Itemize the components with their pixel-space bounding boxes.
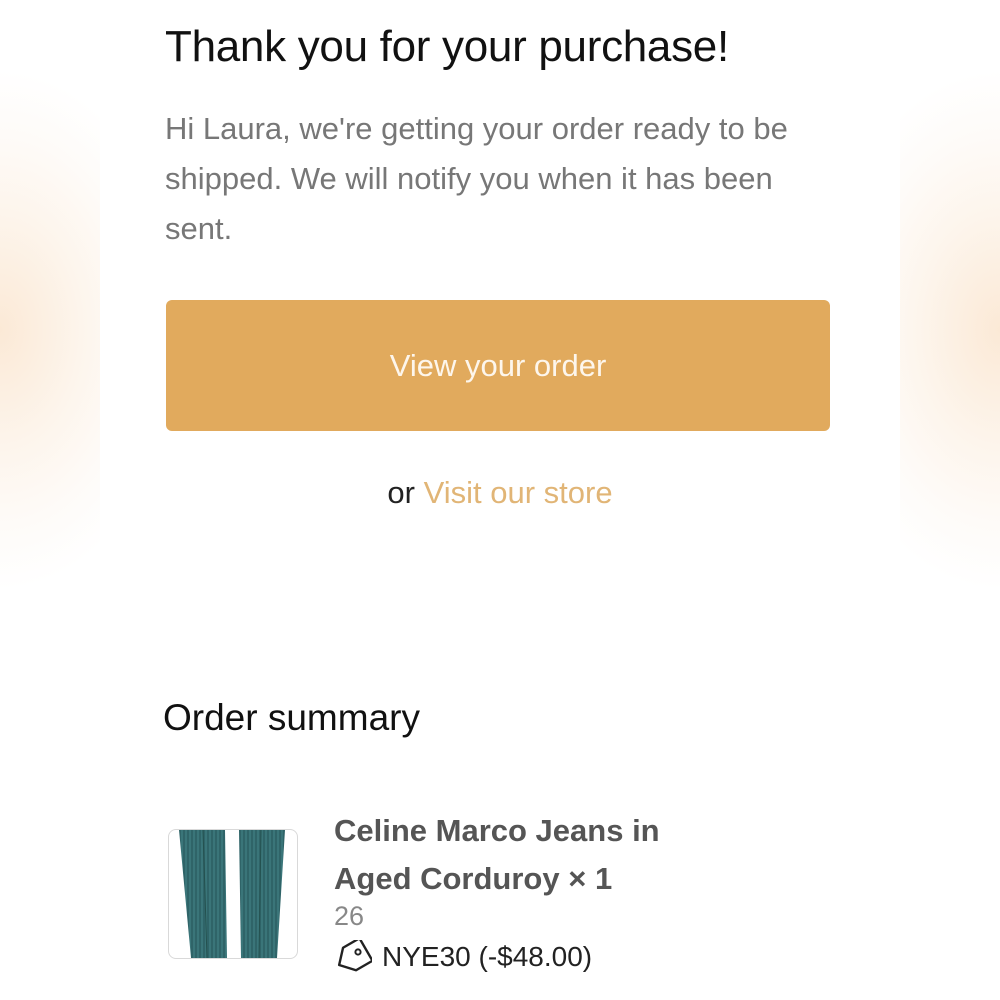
right-backdrop [900, 0, 1000, 1000]
or-text: or [387, 475, 415, 510]
jeans-image [179, 830, 285, 958]
discount-line: NYE30 (-$48.00) [334, 940, 592, 974]
discount-code: NYE30 (-$48.00) [382, 941, 593, 972]
view-order-button[interactable]: View your order [166, 300, 830, 431]
product-variant: 26 [334, 901, 365, 931]
page-title: Thank you for your purchase! [165, 22, 729, 71]
order-summary-heading: Order summary [163, 697, 420, 738]
product-thumbnail [168, 829, 298, 959]
visit-store-line: or Visit our store [100, 475, 900, 511]
confirmation-message: Hi Laura, we're getting your order ready… [165, 111, 788, 246]
jeans-right-leg [239, 830, 285, 958]
left-backdrop [0, 0, 100, 1000]
tag-icon [334, 940, 372, 974]
product-name: Celine Marco Jeans in Aged Corduroy × 1 [334, 813, 660, 896]
jeans-left-leg [179, 830, 227, 958]
email-card: Thank you for your purchase! Hi Laura, w… [100, 0, 900, 1000]
visit-store-link[interactable]: Visit our store [424, 475, 613, 510]
